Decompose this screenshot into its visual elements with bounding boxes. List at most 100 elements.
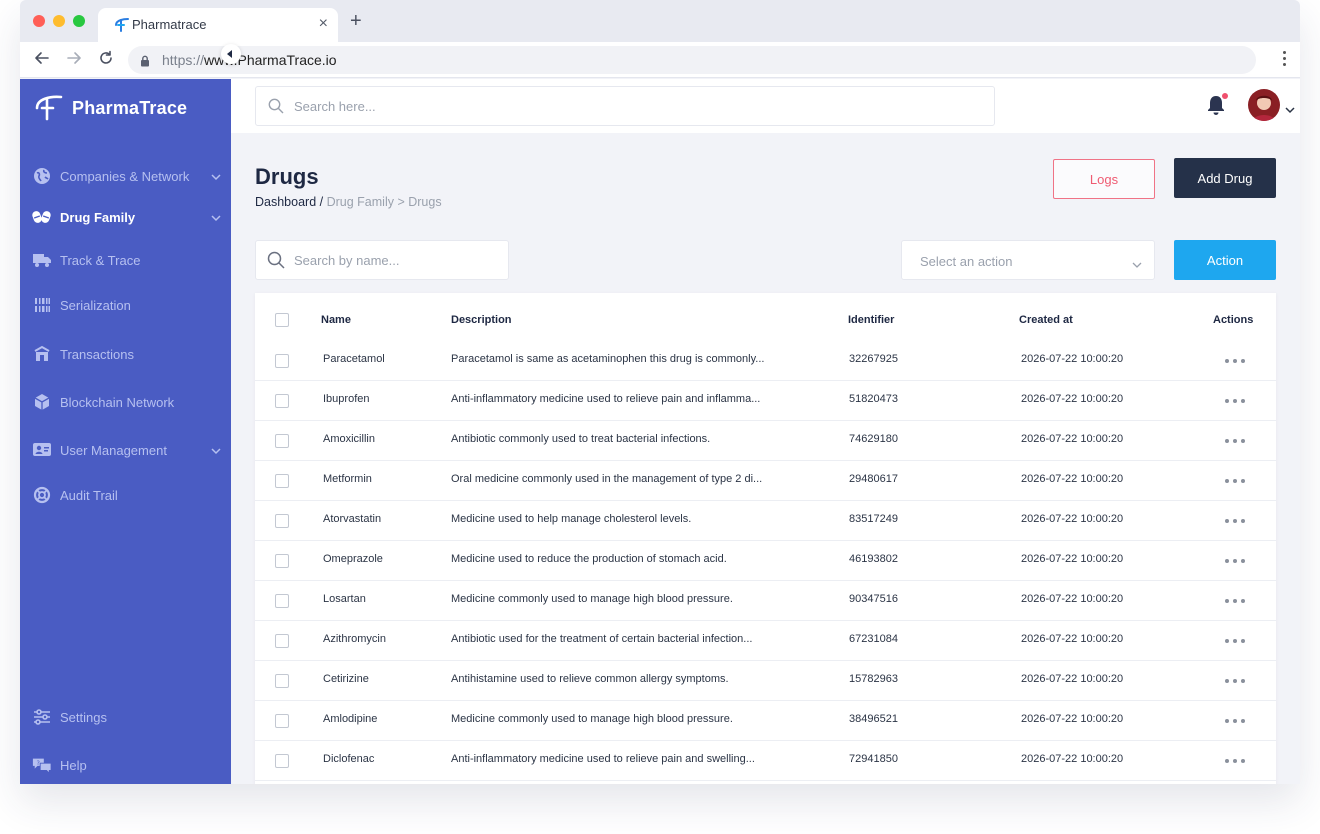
- row-actions-menu-icon[interactable]: [1225, 479, 1245, 483]
- sidebar-item-user-management[interactable]: User Management: [32, 438, 222, 462]
- row-actions-menu-icon[interactable]: [1225, 679, 1245, 683]
- cell-name: Azithromycin: [323, 633, 386, 645]
- row-actions-menu-icon[interactable]: [1225, 559, 1245, 563]
- action-button[interactable]: Action: [1174, 240, 1276, 280]
- table-row[interactable]: Losartan Medicine commonly used to manage…: [255, 581, 1276, 621]
- row-checkbox[interactable]: [275, 434, 289, 448]
- row-checkbox[interactable]: [275, 754, 289, 768]
- table-row[interactable]: Amlodipine Medicine commonly used to mana…: [255, 701, 1276, 741]
- url-bar[interactable]: https://www.PharmaTrace.io: [128, 46, 1256, 74]
- new-tab-icon[interactable]: +: [350, 11, 362, 31]
- chevron-down-icon: [210, 170, 222, 188]
- sidebar-item-label: Track & Trace: [60, 252, 141, 268]
- add-drug-button[interactable]: Add Drug: [1174, 158, 1276, 198]
- sidebar-item-label: Serialization: [60, 297, 131, 313]
- row-actions-menu-icon[interactable]: [1225, 439, 1245, 443]
- name-search-input[interactable]: [294, 241, 494, 279]
- row-actions-menu-icon[interactable]: [1225, 519, 1245, 523]
- sliders-icon: [32, 707, 52, 727]
- page-title: Drugs: [255, 164, 319, 189]
- column-header-name[interactable]: Name: [321, 314, 351, 326]
- table-row[interactable]: Azithromycin Antibiotic used for the trea…: [255, 621, 1276, 661]
- browser-address-bar: https://www.PharmaTrace.io: [20, 42, 1300, 78]
- table-row[interactable]: Amoxicillin Antibiotic commonly used to t…: [255, 421, 1276, 461]
- svg-text:?: ?: [37, 760, 40, 767]
- avatar[interactable]: [1248, 89, 1280, 121]
- sidebar-item-companies-network[interactable]: Companies & Network: [32, 164, 222, 188]
- column-header-created-at[interactable]: Created at: [1019, 314, 1073, 326]
- row-checkbox[interactable]: [275, 674, 289, 688]
- action-select[interactable]: Select an action: [901, 240, 1155, 280]
- row-actions-menu-icon[interactable]: [1225, 599, 1245, 603]
- cell-created-at: 2026-07-22 10:00:20: [1021, 513, 1124, 525]
- global-search: [255, 86, 995, 126]
- row-actions-menu-icon[interactable]: [1225, 639, 1245, 643]
- table-row[interactable]: Diclofenac Anti-inflammatory medicine use…: [255, 741, 1276, 781]
- user-management-icon: [32, 440, 52, 460]
- row-checkbox[interactable]: [275, 554, 289, 568]
- column-header-description[interactable]: Description: [451, 314, 512, 326]
- brand-logo[interactable]: PharmaTrace: [34, 91, 187, 126]
- table-row[interactable]: Atorvastatin Medicine used to help manage…: [255, 501, 1276, 541]
- sidebar-collapse-button[interactable]: [221, 44, 241, 64]
- cell-identifier: 67231084: [849, 633, 898, 645]
- browser-tab[interactable]: Pharmatrace ×: [98, 8, 338, 42]
- sidebar-item-audit-trail[interactable]: Audit Trail: [32, 483, 222, 507]
- table-row[interactable]: Cetirizine Antihistamine used to relieve …: [255, 661, 1276, 701]
- breadcrumb-home[interactable]: Dashboard: [255, 195, 316, 209]
- sidebar-item-serialization[interactable]: Serialization: [32, 293, 222, 317]
- table-row[interactable]: Ibuprofen Anti-inflammatory medicine used…: [255, 381, 1276, 421]
- url-protocol: https://: [162, 52, 205, 68]
- row-checkbox[interactable]: [275, 394, 289, 408]
- sidebar-item-label: Settings: [60, 709, 107, 725]
- row-checkbox[interactable]: [275, 514, 289, 528]
- sidebar-item-blockchain-network[interactable]: Blockchain Network: [32, 390, 222, 414]
- breadcrumb-separator: /: [319, 195, 324, 209]
- sidebar-item-settings[interactable]: Settings: [32, 705, 222, 729]
- row-checkbox[interactable]: [275, 354, 289, 368]
- window-minimize-dot[interactable]: [53, 15, 65, 27]
- table-row[interactable]: Omeprazole Medicine used to reduce the pr…: [255, 541, 1276, 581]
- logs-button[interactable]: Logs: [1053, 159, 1155, 199]
- row-actions-menu-icon[interactable]: [1225, 399, 1245, 403]
- row-checkbox[interactable]: [275, 634, 289, 648]
- browser-menu-icon[interactable]: [1282, 51, 1286, 69]
- tab-close-icon[interactable]: ×: [319, 15, 328, 33]
- cell-name: Cetirizine: [323, 673, 369, 685]
- row-actions-menu-icon[interactable]: [1225, 359, 1245, 363]
- window-close-dot[interactable]: [33, 15, 45, 27]
- breadcrumb-trail[interactable]: Drug Family > Drugs: [327, 195, 442, 209]
- reload-icon[interactable]: [96, 50, 116, 70]
- column-header-actions: Actions: [1213, 314, 1254, 326]
- brand-name: PharmaTrace: [72, 98, 188, 118]
- sidebar-item-drug-family[interactable]: Drug Family: [32, 205, 222, 229]
- sidebar-item-label: User Management: [60, 442, 167, 458]
- row-checkbox[interactable]: [275, 594, 289, 608]
- drugs-table: Name Description Identifier Created at A…: [255, 293, 1276, 784]
- row-checkbox[interactable]: [275, 714, 289, 728]
- name-search: [255, 240, 509, 280]
- forward-arrow-icon[interactable]: [64, 50, 84, 70]
- row-actions-menu-icon[interactable]: [1225, 759, 1245, 763]
- cell-created-at: 2026-07-22 10:00:20: [1021, 433, 1124, 445]
- row-actions-menu-icon[interactable]: [1225, 719, 1245, 723]
- search-icon: [268, 98, 284, 119]
- cell-name: Atorvastatin: [323, 513, 382, 525]
- chevron-down-icon[interactable]: [1285, 101, 1295, 119]
- lock-icon: [140, 54, 150, 72]
- cell-description: Medicine used to help manage cholesterol…: [451, 513, 692, 525]
- sidebar-item-track-trace[interactable]: Track & Trace: [32, 248, 222, 272]
- global-search-input[interactable]: [294, 87, 974, 125]
- sidebar-item-help[interactable]: ? Help: [32, 753, 222, 777]
- cell-name: Amoxicillin: [323, 433, 375, 445]
- window-maximize-dot[interactable]: [73, 15, 85, 27]
- column-header-identifier[interactable]: Identifier: [848, 314, 894, 326]
- back-arrow-icon[interactable]: [32, 50, 52, 70]
- row-checkbox[interactable]: [275, 474, 289, 488]
- notification-bell-icon[interactable]: [1205, 93, 1228, 121]
- sidebar-item-transactions[interactable]: Transactions: [32, 342, 222, 366]
- lifebuoy-icon: [32, 485, 52, 505]
- select-all-checkbox[interactable]: [275, 313, 289, 327]
- table-row[interactable]: Metformin Oral medicine commonly used in …: [255, 461, 1276, 501]
- table-row[interactable]: Paracetamol Paracetamol is same as acetam…: [255, 341, 1276, 381]
